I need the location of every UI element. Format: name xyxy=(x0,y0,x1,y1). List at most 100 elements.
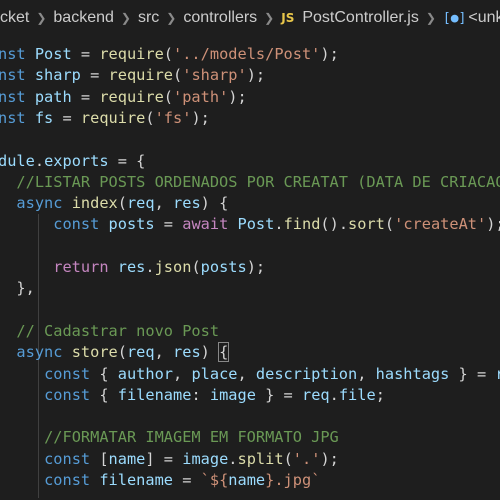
code-token: (). xyxy=(320,215,349,234)
code-line[interactable]: // Cadastrar novo Post xyxy=(0,320,219,342)
code-line[interactable]: const [name] = image.split('.'); xyxy=(0,448,339,470)
chevron-right-icon: ❯ xyxy=(36,11,47,25)
code-token: : xyxy=(191,385,210,404)
code-token: // Cadastrar novo Post xyxy=(16,321,220,340)
chevron-right-icon: ❯ xyxy=(425,11,436,25)
code-token: ); xyxy=(228,87,247,106)
code-token: = xyxy=(108,151,137,170)
code-token: Post xyxy=(34,45,72,63)
code-token: ( xyxy=(173,66,183,85)
code-token: '.' xyxy=(292,449,321,468)
code-line[interactable]: dule.exports = { xyxy=(0,150,145,172)
code-token: req xyxy=(495,365,500,383)
code-token: ); xyxy=(246,258,266,276)
code-editor[interactable]: nst Post = require('../models/Post'); nst… xyxy=(0,36,500,500)
breadcrumb-item-backend[interactable]: backend xyxy=(53,9,114,27)
code-token: . xyxy=(145,258,155,276)
code-token: file xyxy=(338,385,376,404)
code-token: req xyxy=(126,194,155,213)
code-token: , xyxy=(154,343,174,362)
code-token: split xyxy=(237,449,284,468)
code-token: ) { xyxy=(200,194,229,213)
code-line[interactable]: return res.json(posts); xyxy=(0,256,265,278)
code-token: index xyxy=(71,194,118,213)
code-token: image xyxy=(182,449,229,468)
code-token: ) xyxy=(200,343,220,362)
code-token: = xyxy=(154,215,183,234)
code-token: req xyxy=(126,343,155,362)
code-token: res xyxy=(117,258,146,276)
breadcrumb-item-file[interactable]: PostController.js xyxy=(302,9,419,27)
code-token: , xyxy=(237,364,256,383)
code-token: ); xyxy=(320,45,339,63)
code-token: filename xyxy=(117,385,192,404)
code-token: nst xyxy=(0,87,35,106)
code-token: async xyxy=(16,194,72,213)
code-token: 'fs' xyxy=(154,108,192,127)
code-line[interactable]: nst path = require('path'); xyxy=(0,86,247,108)
code-token: { xyxy=(136,151,146,170)
chevron-right-icon: ❯ xyxy=(166,11,177,25)
breadcrumb-item-controllers[interactable]: controllers xyxy=(183,9,257,27)
breadcrumb-item-symbol[interactable]: <unkno xyxy=(468,9,500,27)
code-token: name xyxy=(228,471,266,489)
code-line[interactable]: }, xyxy=(0,277,35,299)
code-token: const xyxy=(44,385,100,404)
code-token: ); xyxy=(246,66,266,85)
code-token: 'path' xyxy=(173,87,229,106)
code-line[interactable]: const posts = await Post.find().sort('cr… xyxy=(0,213,500,235)
code-token: require xyxy=(80,108,146,127)
code-token: posts xyxy=(108,215,155,234)
code-line[interactable]: nst sharp = require('sharp'); xyxy=(0,64,265,86)
code-token: const xyxy=(53,215,109,234)
code-token: author xyxy=(117,364,174,383)
code-line[interactable]: //FORMATAR IMAGEM EM FORMATO JPG xyxy=(0,426,339,448)
code-token: sharp xyxy=(34,66,81,85)
code-line[interactable]: const { filename: image } = req.file; xyxy=(0,384,385,406)
code-token: find xyxy=(283,215,321,234)
code-token: Post xyxy=(237,215,275,234)
code-line[interactable]: async index(req, res) { xyxy=(0,192,228,214)
code-line[interactable]: //LISTAR POSTS ORDENADOS POR CREATAT (DA… xyxy=(0,171,500,193)
code-token: hashtags xyxy=(375,364,450,383)
breadcrumb-item-folder[interactable]: cket xyxy=(0,9,29,27)
breadcrumb-item-src[interactable]: src xyxy=(138,9,159,27)
code-token: = xyxy=(53,108,81,127)
code-token: ); xyxy=(191,108,210,127)
code-token: const xyxy=(44,364,100,383)
code-line[interactable]: const { author, place, description, hash… xyxy=(0,363,500,385)
chevron-right-icon: ❯ xyxy=(264,11,275,25)
code-token: nst xyxy=(0,66,35,85)
breadcrumb: cket ❯ backend ❯ src ❯ controllers ❯ JS … xyxy=(0,0,500,36)
code-token: const xyxy=(44,449,100,468)
code-line[interactable]: const filename = `${name}.jpg` xyxy=(0,469,320,491)
code-line[interactable]: nst fs = require('fs'); xyxy=(0,107,210,129)
code-token: , xyxy=(357,364,376,383)
code-line[interactable]: nst Post = require('../models/Post'); xyxy=(0,43,339,65)
code-token: res xyxy=(173,343,201,362)
code-token: image xyxy=(209,385,256,404)
code-token: nst xyxy=(0,45,35,63)
code-line[interactable]: async store(req, res) { xyxy=(0,341,230,363)
code-token: req xyxy=(301,385,330,404)
code-token: //FORMATAR IMAGEM EM FORMATO JPG xyxy=(44,428,339,447)
code-token: dule xyxy=(0,151,35,170)
code-token: . xyxy=(34,151,45,170)
code-token: ); xyxy=(320,449,339,468)
code-token: name xyxy=(108,449,146,468)
code-token: `${ xyxy=(200,471,229,489)
code-token: ( xyxy=(283,449,293,468)
code-token: ( xyxy=(163,45,174,63)
code-token: path xyxy=(34,87,72,106)
code-token: }, xyxy=(0,279,35,298)
chevron-right-icon: ❯ xyxy=(120,11,131,25)
code-token: async xyxy=(16,343,72,362)
code-token: = xyxy=(71,87,100,106)
